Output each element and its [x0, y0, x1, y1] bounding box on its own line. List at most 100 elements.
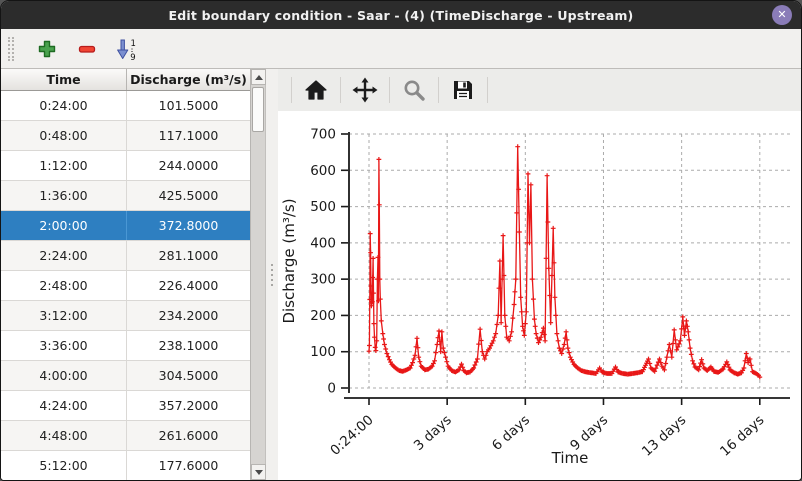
table-cell: 3:12:00	[1, 301, 127, 330]
plot-toolbar	[278, 69, 801, 111]
splitter-dot	[271, 264, 273, 266]
svg-text:16 days: 16 days	[717, 412, 767, 460]
svg-text:13 days: 13 days	[639, 412, 689, 460]
toolbar-separator	[389, 77, 390, 103]
chart-figure: 01002003004005006007000:24:003 days6 day…	[278, 111, 801, 480]
table-cell: 0:24:00	[1, 91, 127, 120]
table-cell: 244.0000	[127, 151, 250, 180]
triangle-up-icon	[255, 75, 263, 80]
svg-text:0: 0	[327, 381, 336, 397]
pan-button[interactable]	[350, 75, 380, 105]
table-header: Time Discharge (m³/s)	[1, 69, 250, 91]
toolbar-separator	[487, 77, 488, 103]
table-cell: 5:12:00	[1, 451, 127, 480]
table-row[interactable]: 5:12:00177.6000	[1, 451, 250, 480]
titlebar[interactable]: Edit boundary condition - Saar - (4) (Ti…	[1, 1, 801, 29]
column-header-time[interactable]: Time	[1, 69, 127, 90]
save-button[interactable]	[448, 75, 478, 105]
table-row[interactable]: 3:12:00234.2000	[1, 301, 250, 331]
table-cell: 372.8000	[127, 211, 250, 240]
pan-icon	[352, 77, 378, 103]
svg-text:700: 700	[310, 126, 336, 142]
chart-ticks	[341, 134, 760, 405]
scrollbar-thumb[interactable]	[252, 87, 264, 132]
main-toolbar: 1 9	[1, 29, 801, 69]
triangle-down-icon	[255, 470, 263, 475]
dialog-window: Edit boundary condition - Saar - (4) (Ti…	[0, 0, 802, 481]
svg-text:400: 400	[310, 235, 336, 251]
table-row[interactable]: 4:48:00261.6000	[1, 421, 250, 451]
svg-text:6 days: 6 days	[489, 412, 533, 454]
scrollbar-down-button[interactable]	[251, 464, 266, 480]
plus-icon	[37, 39, 57, 59]
table-cell: 304.5000	[127, 361, 250, 390]
table-cell: 101.5000	[127, 91, 250, 120]
svg-text:300: 300	[310, 272, 336, 288]
home-button[interactable]	[301, 75, 331, 105]
table-cell: 4:00:00	[1, 361, 127, 390]
table-row[interactable]: 1:12:00244.0000	[1, 151, 250, 181]
table-cell: 234.2000	[127, 301, 250, 330]
toolbar-separator	[291, 77, 292, 103]
sort-ascending-button[interactable]: 1 9	[114, 36, 140, 62]
dialog-content: Time Discharge (m³/s) 0:24:00101.50000:4…	[1, 69, 801, 480]
window-title: Edit boundary condition - Saar - (4) (Ti…	[169, 8, 634, 23]
table-cell: 2:48:00	[1, 271, 127, 300]
toolbar-drag-handle[interactable]	[8, 37, 14, 61]
splitter-dot	[271, 279, 273, 281]
table-row[interactable]: 1:36:00425.5000	[1, 181, 250, 211]
chart-axes	[344, 132, 790, 398]
table-body: 0:24:00101.50000:48:00117.10001:12:00244…	[1, 91, 250, 480]
sort-ascending-icon: 1 9	[115, 37, 139, 61]
toolbar-separator	[340, 77, 341, 103]
splitter-dot	[271, 284, 273, 286]
column-header-discharge[interactable]: Discharge (m³/s)	[127, 69, 250, 90]
svg-text:9 days: 9 days	[567, 412, 611, 454]
table-cell: 226.4000	[127, 271, 250, 300]
svg-text:3 days: 3 days	[411, 412, 455, 454]
add-row-button[interactable]	[34, 36, 60, 62]
table-row[interactable]: 4:24:00357.2000	[1, 391, 250, 421]
close-icon: ✕	[777, 8, 786, 21]
save-icon	[451, 78, 475, 102]
sort-badge-top: 1	[131, 39, 136, 49]
table-cell: 425.5000	[127, 181, 250, 210]
table-row[interactable]: 0:48:00117.1000	[1, 121, 250, 151]
chart-data-series	[367, 144, 763, 379]
remove-row-button[interactable]	[74, 36, 100, 62]
table-row[interactable]: 2:24:00281.1000	[1, 241, 250, 271]
table-cell: 281.1000	[127, 241, 250, 270]
table-cell: 3:36:00	[1, 331, 127, 360]
home-icon	[304, 78, 328, 102]
svg-text:500: 500	[310, 199, 336, 215]
x-axis-label: Time	[551, 449, 589, 467]
zoom-button[interactable]	[399, 75, 429, 105]
svg-text:600: 600	[310, 163, 336, 179]
table-row[interactable]: 4:00:00304.5000	[1, 361, 250, 391]
table-row[interactable]: 2:00:00372.8000	[1, 211, 250, 241]
svg-text:100: 100	[310, 344, 336, 360]
scrollbar-up-button[interactable]	[251, 69, 266, 85]
magnifier-icon	[402, 78, 426, 102]
table-row[interactable]: 3:36:00238.1000	[1, 331, 250, 361]
plot-panel: 01002003004005006007000:24:003 days6 day…	[278, 69, 801, 480]
table-cell: 4:48:00	[1, 421, 127, 450]
table-cell: 261.6000	[127, 421, 250, 450]
panel-splitter[interactable]	[266, 69, 278, 480]
table-cell: 117.1000	[127, 121, 250, 150]
table-row[interactable]: 0:24:00101.5000	[1, 91, 250, 121]
svg-text:200: 200	[310, 308, 336, 324]
discharge-chart: 01002003004005006007000:24:003 days6 day…	[278, 111, 801, 480]
sort-badge-bottom: 9	[130, 53, 135, 61]
toolbar-separator	[438, 77, 439, 103]
table-cell: 238.1000	[127, 331, 250, 360]
table-cell: 2:00:00	[1, 211, 127, 240]
close-button[interactable]: ✕	[772, 5, 792, 25]
table-cell: 357.2000	[127, 391, 250, 420]
table-cell: 177.6000	[127, 451, 250, 480]
y-axis-label: Discharge (m³/s)	[280, 198, 298, 323]
table-scrollbar[interactable]	[251, 69, 266, 480]
table-cell: 1:12:00	[1, 151, 127, 180]
table-row[interactable]: 2:48:00226.4000	[1, 271, 250, 301]
splitter-dot	[271, 274, 273, 276]
